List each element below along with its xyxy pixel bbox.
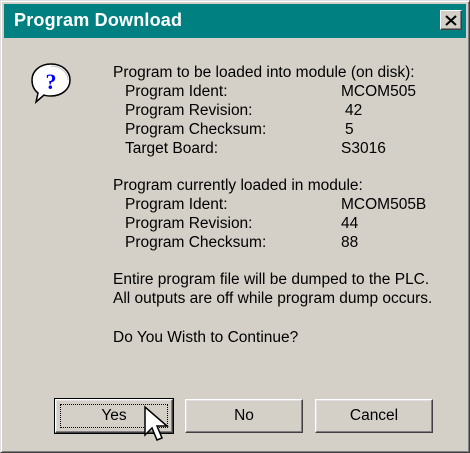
message-body: Program to be loaded into module (on dis…	[113, 63, 463, 347]
row-label: Program Revision:	[125, 215, 253, 232]
section1-row: Program Ident: MCOM505	[113, 82, 463, 101]
section2-row: Program Checksum: 88	[113, 233, 463, 252]
row-value: 88	[341, 234, 359, 251]
window-title: Program Download	[14, 10, 183, 30]
note-line-1: Entire program file will be dumped to th…	[113, 271, 430, 288]
row-label: Program Revision:	[125, 102, 253, 119]
section2-row: Program Revision: 44	[113, 214, 463, 233]
row-label: Target Board:	[125, 140, 219, 157]
row-label: Program Ident:	[125, 83, 228, 100]
close-icon	[445, 14, 457, 26]
title-bar[interactable]: Program Download	[4, 4, 466, 38]
question-icon: ?	[29, 61, 73, 105]
cancel-button[interactable]: Cancel	[315, 399, 433, 433]
note-line-2: All outputs are off while program dump o…	[113, 290, 433, 307]
row-value: S3016	[341, 140, 386, 157]
row-value: MCOM505B	[341, 196, 427, 213]
row-value: MCOM505	[341, 83, 416, 100]
section1-row: Target Board: S3016	[113, 139, 463, 158]
mouse-pointer-icon	[143, 405, 171, 443]
close-button[interactable]	[440, 10, 462, 30]
section1-row: Program Revision: 42	[113, 101, 463, 120]
cancel-button-label: Cancel	[349, 407, 399, 424]
confirm-question: Do You Wisth to Continue?	[113, 329, 299, 346]
row-label: Program Checksum:	[125, 121, 267, 138]
row-label: Program Ident:	[125, 196, 228, 213]
section2-header: Program currently loaded in module:	[113, 177, 363, 194]
program-download-dialog: Program Download ? Program to be loaded …	[0, 0, 470, 453]
row-value: 42	[345, 102, 363, 119]
row-value: 44	[341, 215, 359, 232]
row-label: Program Checksum:	[125, 234, 267, 251]
section2-row: Program Ident: MCOM505B	[113, 195, 463, 214]
no-button-label: No	[234, 407, 254, 424]
row-value: 5	[345, 121, 354, 138]
section1-header: Program to be loaded into module (on dis…	[113, 64, 415, 81]
no-button[interactable]: No	[185, 399, 303, 433]
section1-row: Program Checksum: 5	[113, 120, 463, 139]
svg-text:?: ?	[46, 69, 57, 94]
